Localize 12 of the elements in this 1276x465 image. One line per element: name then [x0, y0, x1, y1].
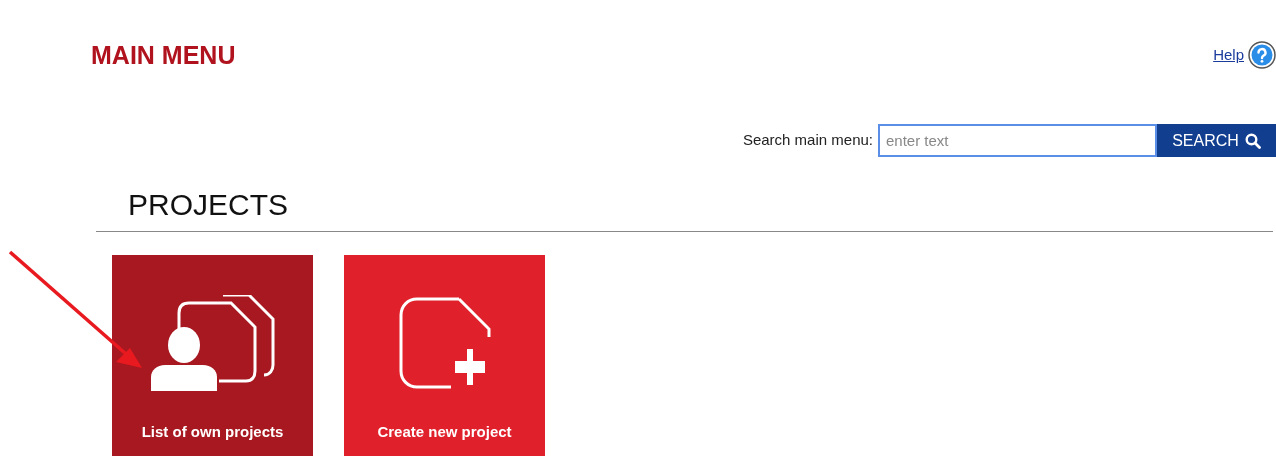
- help-icon[interactable]: [1248, 41, 1276, 69]
- search-button[interactable]: SEARCH: [1157, 124, 1276, 157]
- user-documents-icon: [150, 295, 275, 391]
- search-field[interactable]: enter text: [878, 124, 1157, 157]
- help-link[interactable]: Help: [1213, 43, 1244, 67]
- search-label: Search main menu:: [742, 130, 873, 151]
- page-title: MAIN MENU: [91, 40, 236, 71]
- project-tile[interactable]: Create new project: [344, 255, 545, 456]
- search-icon: [1244, 132, 1261, 149]
- section-heading: PROJECTS: [128, 187, 290, 223]
- project-tile[interactable]: List of own projects: [112, 255, 313, 456]
- new-document-icon: [398, 297, 491, 391]
